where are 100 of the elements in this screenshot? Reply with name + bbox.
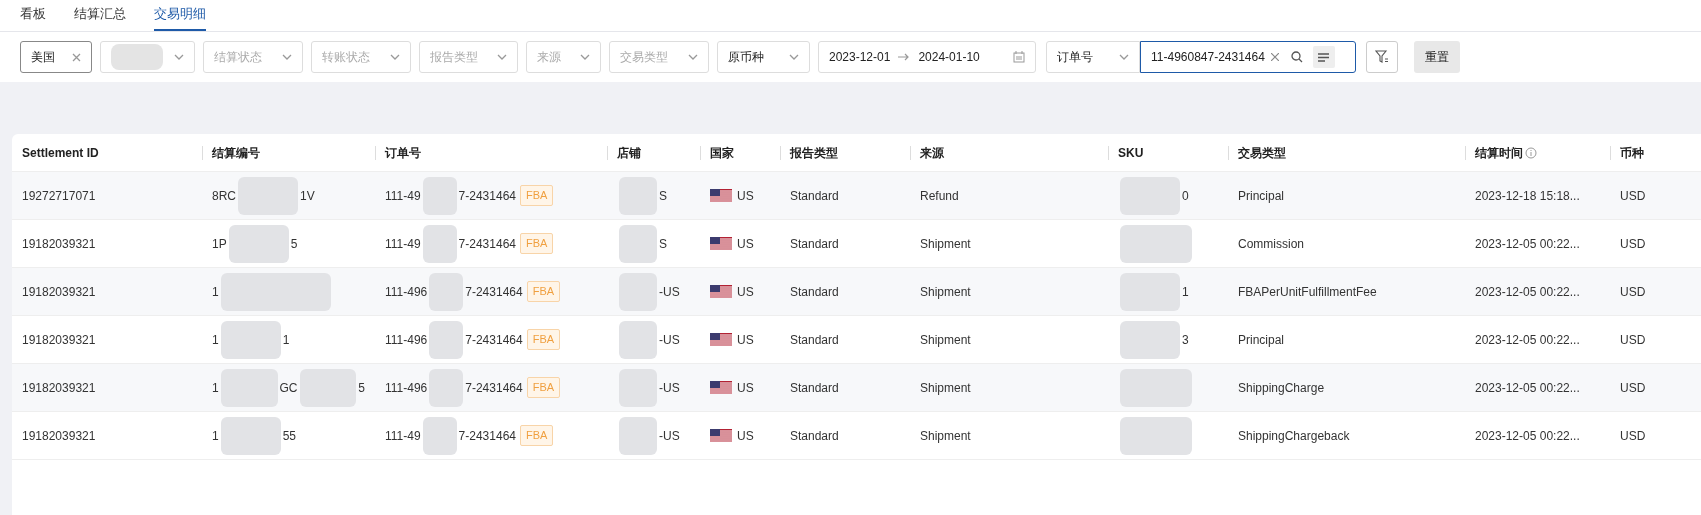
- filter-icon: [1375, 50, 1389, 64]
- redaction-blur: [1120, 320, 1180, 359]
- table-cell-text: US: [737, 187, 754, 205]
- table-cell-text: USD: [1620, 379, 1646, 397]
- table-cell-text: Standard: [790, 235, 839, 253]
- table-cell-text: Refund: [920, 187, 959, 205]
- table-cell-text: -US: [659, 283, 680, 301]
- table-cell-text: S: [659, 187, 667, 205]
- fba-tag: FBA: [526, 377, 561, 398]
- table-cell-text: 111-49: [385, 427, 421, 445]
- table-cell-text: Commission: [1238, 235, 1304, 253]
- us-flag-icon: [710, 381, 732, 394]
- table-cell-text: 2023-12-18 15:18...: [1475, 187, 1580, 205]
- table-cell-text: US: [737, 427, 754, 445]
- fba-tag: FBA: [520, 185, 554, 206]
- search-field[interactable]: 11-4960847-2431464: [1140, 41, 1356, 73]
- redaction-blur: [422, 224, 457, 263]
- chevron-icon: [390, 54, 400, 60]
- redaction-blur: [228, 224, 289, 263]
- reset-button[interactable]: 重置: [1414, 41, 1460, 73]
- table-cell-text: 1V: [300, 187, 315, 205]
- table-cell-text: USD: [1620, 235, 1646, 253]
- country-select[interactable]: 美国: [20, 41, 92, 73]
- chevron-icon: [789, 54, 799, 60]
- chevron-icon: [1119, 54, 1129, 60]
- table-cell-text: 7-2431464: [465, 331, 523, 349]
- redaction-blur: [422, 416, 457, 455]
- column-header: 币种: [1620, 144, 1644, 162]
- chevron-icon: [688, 54, 698, 60]
- redaction-blur: [1120, 224, 1192, 263]
- us-flag-icon: [710, 189, 732, 202]
- table-cell-text: 111-496: [385, 331, 428, 349]
- table-cell-text: Principal: [1238, 331, 1285, 349]
- table-cell-text: Standard: [790, 379, 839, 397]
- tab[interactable]: 交易明细: [154, 3, 206, 31]
- tab[interactable]: 看板: [20, 3, 46, 31]
- us-flag-icon: [710, 333, 732, 346]
- redaction-blur: [1120, 416, 1192, 455]
- table-cell-text: 19182039321: [22, 427, 96, 445]
- table-cell-text: 7-2431464: [458, 427, 516, 445]
- table-cell-text: USD: [1620, 283, 1646, 301]
- table-cell-text: 55: [282, 427, 297, 445]
- table-cell-text: 19182039321: [22, 379, 96, 397]
- redaction-blur: [111, 44, 163, 70]
- table-cell-text: 1: [1182, 283, 1189, 301]
- tab[interactable]: 结算汇总: [74, 3, 126, 31]
- list-icon: [1318, 52, 1330, 62]
- calendar-icon: [1013, 51, 1025, 63]
- column-header: 国家: [710, 144, 734, 162]
- column-header: Settlement ID: [22, 144, 99, 162]
- table-cell-text: 2023-12-05 00:22...: [1475, 427, 1580, 445]
- filter-button[interactable]: [1366, 41, 1398, 73]
- table-cell-text: GC: [279, 379, 298, 397]
- table-cell-text: Standard: [790, 331, 839, 349]
- list-button[interactable]: [1312, 46, 1335, 68]
- search-type-select[interactable]: 订单号: [1046, 41, 1140, 73]
- table-cell-text: 1: [282, 331, 290, 349]
- table-cell-text: USD: [1620, 331, 1646, 349]
- column-header: 结算编号: [212, 144, 260, 162]
- table-cell-text: 1: [212, 379, 219, 397]
- table-cell-text: Standard: [790, 427, 839, 445]
- table-cell-text: Shipment: [920, 379, 971, 397]
- table-cell-text: 111-496: [385, 283, 428, 301]
- table-cell-text: 1: [212, 283, 219, 301]
- column-header: 交易类型: [1238, 144, 1286, 162]
- table-cell-text: Shipment: [920, 283, 971, 301]
- table-cell-text: 19182039321: [22, 331, 96, 349]
- table-cell-text: Principal: [1238, 187, 1285, 205]
- table-cell-text: 19182039321: [22, 235, 96, 253]
- redaction-blur: [619, 416, 657, 455]
- table-cell-text: 3: [1182, 331, 1189, 349]
- table-cell-text: Shipment: [920, 427, 971, 445]
- table-cell-text: Standard: [790, 187, 839, 205]
- clear-icon[interactable]: [72, 52, 81, 62]
- chevron-icon: [497, 54, 507, 60]
- date-range-field[interactable]: 2023-12-01 2024-01-10: [818, 41, 1036, 73]
- table-cell-text: US: [737, 283, 754, 301]
- chevron-icon: [580, 54, 590, 60]
- table-cell-text: US: [737, 235, 754, 253]
- column-header: 店铺: [617, 144, 641, 162]
- table-cell-text: US: [737, 331, 754, 349]
- table-cell-text: USD: [1620, 187, 1646, 205]
- table-cell-text: 1P: [212, 235, 227, 253]
- table-cell-text: Standard: [790, 283, 839, 301]
- table-cell-text: -US: [659, 331, 680, 349]
- table-cell-text: 2023-12-05 00:22...: [1475, 331, 1580, 349]
- arrow-icon: [898, 53, 911, 61]
- table-cell-text: 7-2431464: [458, 187, 516, 205]
- fba-tag: FBA: [526, 281, 561, 302]
- table-cell-text: USD: [1620, 427, 1646, 445]
- us-flag-icon: [710, 285, 732, 298]
- clear-icon[interactable]: [1270, 53, 1279, 61]
- redaction-blur: [619, 320, 657, 359]
- dropdown[interactable]: 原币种: [717, 41, 810, 73]
- column-header: 来源: [920, 144, 944, 162]
- table-cell-text: 2023-12-05 00:22...: [1475, 379, 1580, 397]
- table-cell-text: S: [659, 235, 667, 253]
- table-cell-text: 1: [212, 331, 219, 349]
- table-cell-text: FBAPerUnitFulfillmentFee: [1238, 283, 1377, 301]
- search-icon[interactable]: [1290, 51, 1303, 63]
